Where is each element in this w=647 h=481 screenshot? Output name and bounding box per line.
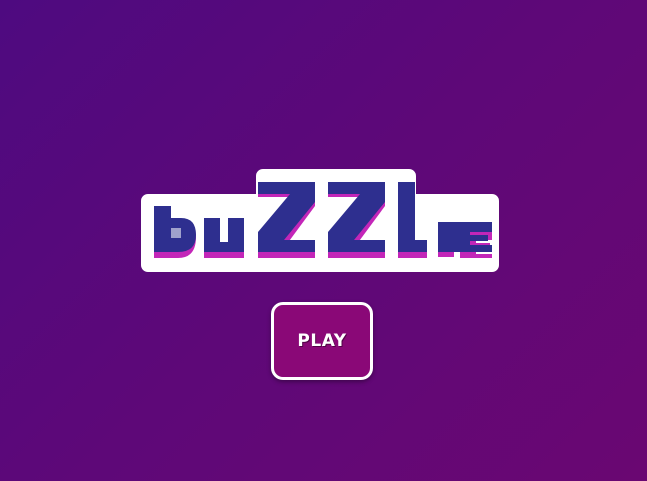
- logo-letter-b-hole: [171, 228, 181, 238]
- logo-letter-e: [438, 222, 492, 252]
- play-button-label: PLAY: [297, 331, 347, 351]
- play-button[interactable]: PLAY: [271, 302, 373, 380]
- game-logo: [138, 168, 504, 276]
